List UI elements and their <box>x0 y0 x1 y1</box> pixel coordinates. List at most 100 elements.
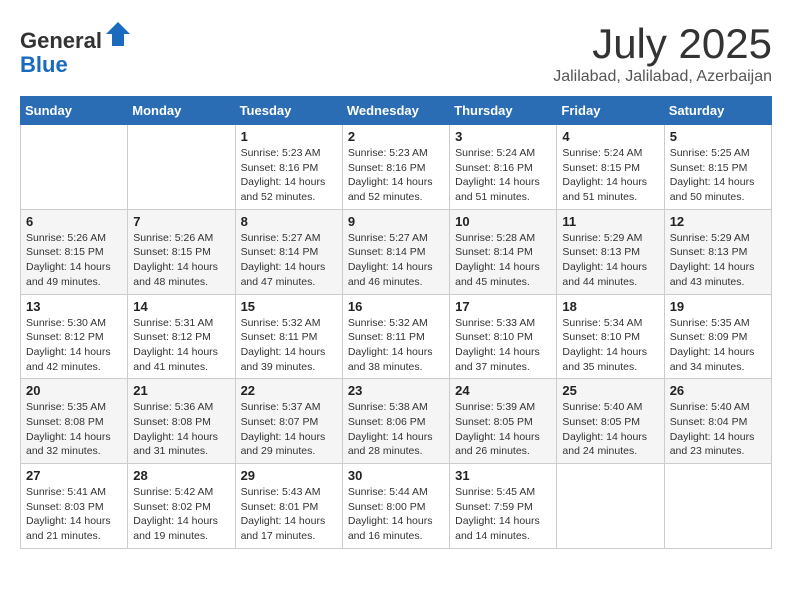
day-info: Sunrise: 5:33 AMSunset: 8:10 PMDaylight:… <box>455 316 551 375</box>
day-info: Sunrise: 5:30 AMSunset: 8:12 PMDaylight:… <box>26 316 122 375</box>
day-info: Sunrise: 5:31 AMSunset: 8:12 PMDaylight:… <box>133 316 229 375</box>
day-number: 17 <box>455 299 551 314</box>
calendar-cell: 18 Sunrise: 5:34 AMSunset: 8:10 PMDayligh… <box>557 294 664 379</box>
calendar-cell: 12 Sunrise: 5:29 AMSunset: 8:13 PMDayligh… <box>664 209 771 294</box>
day-info: Sunrise: 5:23 AMSunset: 8:16 PMDaylight:… <box>241 146 337 205</box>
day-number: 10 <box>455 214 551 229</box>
day-number: 9 <box>348 214 444 229</box>
day-number: 25 <box>562 383 658 398</box>
calendar-cell: 5 Sunrise: 5:25 AMSunset: 8:15 PMDaylight… <box>664 125 771 210</box>
calendar-cell: 2 Sunrise: 5:23 AMSunset: 8:16 PMDaylight… <box>342 125 449 210</box>
calendar-cell: 31 Sunrise: 5:45 AMSunset: 7:59 PMDayligh… <box>450 464 557 549</box>
calendar-cell: 27 Sunrise: 5:41 AMSunset: 8:03 PMDayligh… <box>21 464 128 549</box>
day-info: Sunrise: 5:44 AMSunset: 8:00 PMDaylight:… <box>348 485 444 544</box>
calendar-cell: 9Sunrise: 5:27 AMSunset: 8:14 PMDaylight… <box>342 209 449 294</box>
day-number: 20 <box>26 383 122 398</box>
calendar-cell: 17 Sunrise: 5:33 AMSunset: 8:10 PMDayligh… <box>450 294 557 379</box>
day-info: Sunrise: 5:32 AMSunset: 8:11 PMDaylight:… <box>241 316 337 375</box>
day-number: 22 <box>241 383 337 398</box>
day-info: Sunrise: 5:38 AMSunset: 8:06 PMDaylight:… <box>348 400 444 459</box>
day-number: 26 <box>670 383 766 398</box>
day-info: Sunrise: 5:32 AMSunset: 8:11 PMDaylight:… <box>348 316 444 375</box>
day-info: Sunrise: 5:35 AMSunset: 8:08 PMDaylight:… <box>26 400 122 459</box>
day-info: Sunrise: 5:23 AMSunset: 8:16 PMDaylight:… <box>348 146 444 205</box>
calendar-week-row: 20 Sunrise: 5:35 AMSunset: 8:08 PMDayligh… <box>21 379 772 464</box>
calendar-cell: 19 Sunrise: 5:35 AMSunset: 8:09 PMDayligh… <box>664 294 771 379</box>
weekday-header-wednesday: Wednesday <box>342 97 449 125</box>
day-info: Sunrise: 5:29 AMSunset: 8:13 PMDaylight:… <box>670 231 766 290</box>
calendar-cell <box>21 125 128 210</box>
calendar-cell <box>128 125 235 210</box>
day-number: 21 <box>133 383 229 398</box>
calendar-cell <box>664 464 771 549</box>
calendar-week-row: 6 Sunrise: 5:26 AMSunset: 8:15 PMDaylight… <box>21 209 772 294</box>
day-info: Sunrise: 5:37 AMSunset: 8:07 PMDaylight:… <box>241 400 337 459</box>
day-number: 6 <box>26 214 122 229</box>
day-number: 29 <box>241 468 337 483</box>
calendar-cell: 14 Sunrise: 5:31 AMSunset: 8:12 PMDayligh… <box>128 294 235 379</box>
day-info: Sunrise: 5:42 AMSunset: 8:02 PMDaylight:… <box>133 485 229 544</box>
calendar-cell: 28Sunrise: 5:42 AMSunset: 8:02 PMDayligh… <box>128 464 235 549</box>
day-info: Sunrise: 5:43 AMSunset: 8:01 PMDaylight:… <box>241 485 337 544</box>
day-number: 31 <box>455 468 551 483</box>
calendar-cell: 13 Sunrise: 5:30 AMSunset: 8:12 PMDayligh… <box>21 294 128 379</box>
calendar-cell: 21 Sunrise: 5:36 AMSunset: 8:08 PMDayligh… <box>128 379 235 464</box>
day-info: Sunrise: 5:39 AMSunset: 8:05 PMDaylight:… <box>455 400 551 459</box>
weekday-header-saturday: Saturday <box>664 97 771 125</box>
day-info: Sunrise: 5:26 AMSunset: 8:15 PMDaylight:… <box>26 231 122 290</box>
day-info: Sunrise: 5:27 AMSunset: 8:14 PMDaylight:… <box>241 231 337 290</box>
day-number: 2 <box>348 129 444 144</box>
day-info: Sunrise: 5:34 AMSunset: 8:10 PMDaylight:… <box>562 316 658 375</box>
calendar-cell: 26 Sunrise: 5:40 AMSunset: 8:04 PMDayligh… <box>664 379 771 464</box>
calendar-cell: 16Sunrise: 5:32 AMSunset: 8:11 PMDayligh… <box>342 294 449 379</box>
day-number: 1 <box>241 129 337 144</box>
day-number: 4 <box>562 129 658 144</box>
day-number: 18 <box>562 299 658 314</box>
calendar-cell: 15Sunrise: 5:32 AMSunset: 8:11 PMDayligh… <box>235 294 342 379</box>
logo-blue-text: Blue <box>20 52 68 77</box>
day-info: Sunrise: 5:45 AMSunset: 7:59 PMDaylight:… <box>455 485 551 544</box>
day-number: 30 <box>348 468 444 483</box>
day-number: 23 <box>348 383 444 398</box>
day-number: 14 <box>133 299 229 314</box>
day-number: 27 <box>26 468 122 483</box>
day-number: 5 <box>670 129 766 144</box>
calendar-table: SundayMondayTuesdayWednesdayThursdayFrid… <box>20 96 772 549</box>
calendar-cell: 23 Sunrise: 5:38 AMSunset: 8:06 PMDayligh… <box>342 379 449 464</box>
calendar-cell: 10Sunrise: 5:28 AMSunset: 8:14 PMDayligh… <box>450 209 557 294</box>
weekday-header-sunday: Sunday <box>21 97 128 125</box>
title-block: July 2025 Jalilabad, Jalilabad, Azerbaij… <box>553 20 772 86</box>
day-info: Sunrise: 5:41 AMSunset: 8:03 PMDaylight:… <box>26 485 122 544</box>
logo-icon <box>104 20 132 48</box>
day-info: Sunrise: 5:25 AMSunset: 8:15 PMDaylight:… <box>670 146 766 205</box>
calendar-cell <box>557 464 664 549</box>
calendar-cell: 30 Sunrise: 5:44 AMSunset: 8:00 PMDayligh… <box>342 464 449 549</box>
page-header: General Blue July 2025 Jalilabad, Jalila… <box>20 20 772 86</box>
calendar-week-row: 27 Sunrise: 5:41 AMSunset: 8:03 PMDayligh… <box>21 464 772 549</box>
day-number: 11 <box>562 214 658 229</box>
day-info: Sunrise: 5:40 AMSunset: 8:04 PMDaylight:… <box>670 400 766 459</box>
day-number: 12 <box>670 214 766 229</box>
day-number: 7 <box>133 214 229 229</box>
calendar-week-row: 1 Sunrise: 5:23 AMSunset: 8:16 PMDaylight… <box>21 125 772 210</box>
calendar-header-row: SundayMondayTuesdayWednesdayThursdayFrid… <box>21 97 772 125</box>
day-number: 13 <box>26 299 122 314</box>
logo: General Blue <box>20 20 132 77</box>
day-info: Sunrise: 5:40 AMSunset: 8:05 PMDaylight:… <box>562 400 658 459</box>
calendar-cell: 7Sunrise: 5:26 AMSunset: 8:15 PMDaylight… <box>128 209 235 294</box>
day-number: 3 <box>455 129 551 144</box>
calendar-cell: 1 Sunrise: 5:23 AMSunset: 8:16 PMDaylight… <box>235 125 342 210</box>
calendar-cell: 24 Sunrise: 5:39 AMSunset: 8:05 PMDayligh… <box>450 379 557 464</box>
day-info: Sunrise: 5:36 AMSunset: 8:08 PMDaylight:… <box>133 400 229 459</box>
calendar-cell: 11Sunrise: 5:29 AMSunset: 8:13 PMDayligh… <box>557 209 664 294</box>
day-number: 19 <box>670 299 766 314</box>
calendar-week-row: 13 Sunrise: 5:30 AMSunset: 8:12 PMDayligh… <box>21 294 772 379</box>
weekday-header-friday: Friday <box>557 97 664 125</box>
day-info: Sunrise: 5:35 AMSunset: 8:09 PMDaylight:… <box>670 316 766 375</box>
logo-general-text: General <box>20 28 102 53</box>
day-number: 8 <box>241 214 337 229</box>
day-info: Sunrise: 5:24 AMSunset: 8:15 PMDaylight:… <box>562 146 658 205</box>
day-number: 24 <box>455 383 551 398</box>
calendar-cell: 22 Sunrise: 5:37 AMSunset: 8:07 PMDayligh… <box>235 379 342 464</box>
calendar-cell: 8 Sunrise: 5:27 AMSunset: 8:14 PMDaylight… <box>235 209 342 294</box>
